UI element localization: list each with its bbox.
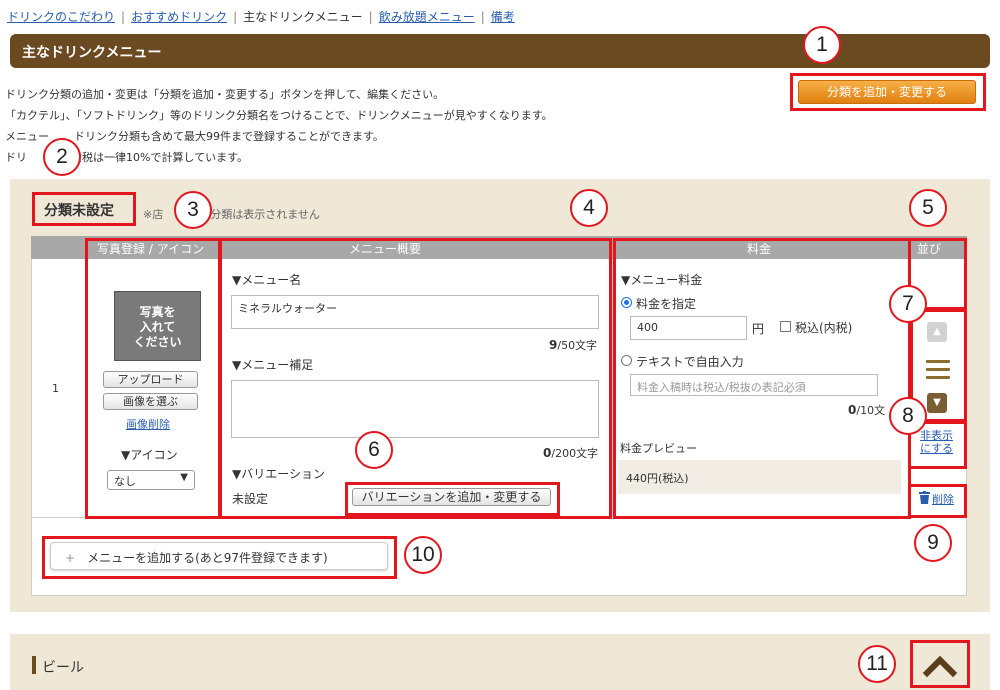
nav-link-nomihoudai[interactable]: 飲み放題メニュー xyxy=(379,10,475,24)
callout-3: 3 xyxy=(174,191,212,229)
callout-8: 8 xyxy=(889,397,927,435)
description-line: メニュー 、ドリンク分類も含めて最大99件まで登録することができます。 xyxy=(5,130,384,143)
callout-5: 5 xyxy=(909,189,947,227)
description: ドリンク分類の追加・変更は「分類を追加・変更する」ボタンを押して、編集ください。… xyxy=(5,84,553,168)
callout-2: 2 xyxy=(43,138,81,176)
nav-link-kodawari[interactable]: ドリンクのこだわり xyxy=(7,10,115,24)
section-marker xyxy=(32,656,36,674)
description-line: 「カクテル」、「ソフトドリンク」等のドリンク分類名をつけることで、ドリンクメニュ… xyxy=(5,109,553,122)
callout-4: 4 xyxy=(570,189,608,227)
callout-1: 1 xyxy=(803,26,841,64)
nav-separator: | xyxy=(121,10,126,24)
nav-separator: | xyxy=(480,10,485,24)
annotation-box-6 xyxy=(345,482,560,516)
nav-separator: | xyxy=(233,10,238,24)
annotation-box-10 xyxy=(42,536,397,579)
callout-11: 11 xyxy=(858,645,896,683)
page-title: 主なドリンクメニュー xyxy=(10,34,990,68)
annotation-box-9 xyxy=(908,484,967,518)
callout-10: 10 xyxy=(404,536,442,574)
category-note: ※店 は分類は表示されません xyxy=(143,208,320,221)
annotation-box-price xyxy=(613,238,911,519)
annotation-box-2 xyxy=(32,192,136,226)
callout-9: 9 xyxy=(914,524,952,562)
nav-current: 主なドリンクメニュー xyxy=(243,10,363,24)
breadcrumb-nav: ドリンクのこだわり | おすすめドリンク | 主なドリンクメニュー | 飲み放題メニュー | 備… xyxy=(7,8,515,25)
description-line: ドリンク分類の追加・変更は「分類を追加・変更する」ボタンを押して、編集ください。 xyxy=(5,88,445,101)
nav-separator: | xyxy=(368,10,373,24)
beer-section-title: ビール xyxy=(42,660,84,676)
callout-6: 6 xyxy=(355,431,393,469)
annotation-box-4 xyxy=(219,238,612,519)
annotation-box-1 xyxy=(790,73,986,111)
annotation-box-11 xyxy=(910,640,970,688)
annotation-box-3 xyxy=(85,238,221,519)
nav-link-biko[interactable]: 備考 xyxy=(491,10,515,24)
description-line: ドリ 費税は一律10%で計算しています。 xyxy=(5,151,249,164)
nav-link-osusume[interactable]: おすすめドリンク xyxy=(131,10,227,24)
callout-7: 7 xyxy=(889,285,927,323)
beer-section xyxy=(10,634,990,690)
row-number: 1 xyxy=(52,382,59,395)
